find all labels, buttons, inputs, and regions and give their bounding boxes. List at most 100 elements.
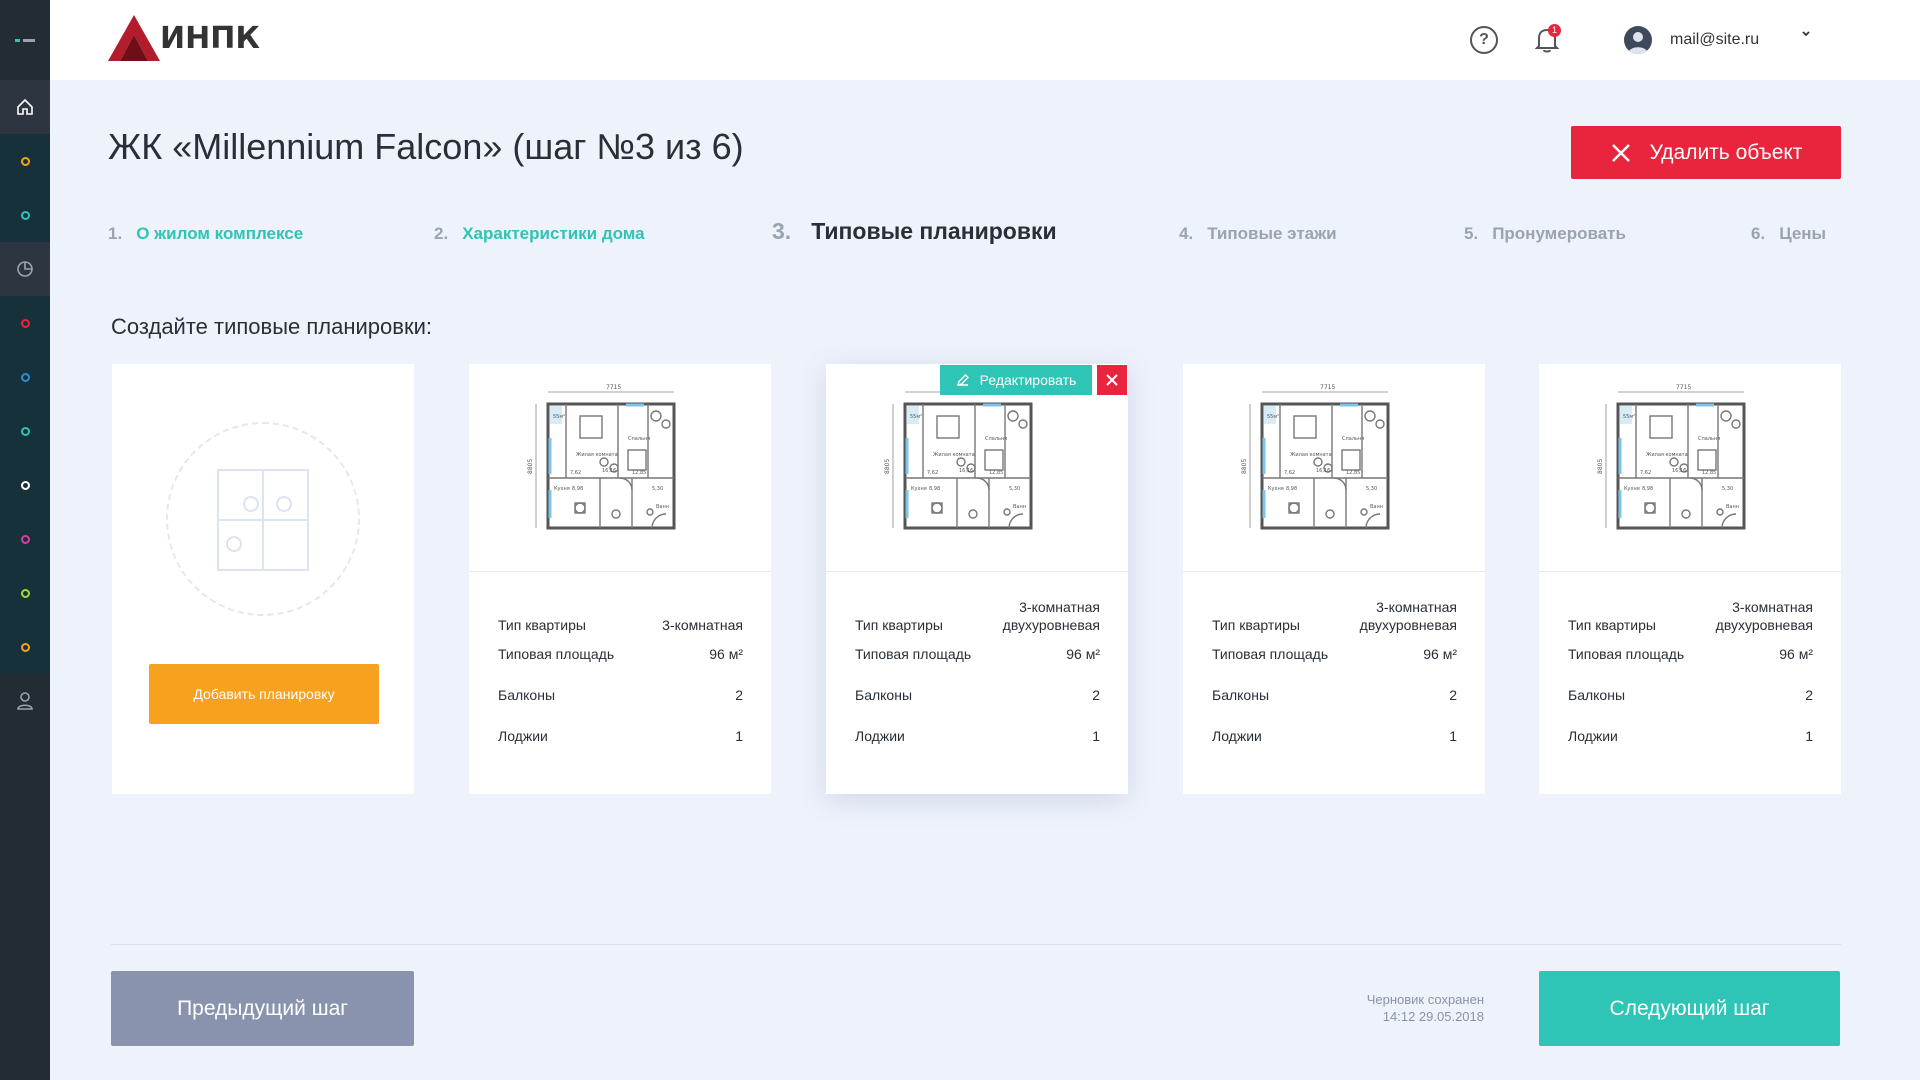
circle-icon: [20, 588, 30, 598]
svg-text:Кухня: Кухня: [554, 486, 570, 492]
svg-text:Кухня: Кухня: [1268, 486, 1284, 492]
svg-text:7715: 7715: [1320, 384, 1335, 391]
delete-object-button[interactable]: Удалить объект: [1571, 126, 1841, 179]
circle-icon: [20, 210, 30, 220]
svg-text:12,85: 12,85: [632, 470, 646, 476]
delete-object-label: Удалить объект: [1649, 140, 1803, 164]
help-icon[interactable]: ?: [1470, 26, 1498, 54]
layout-card[interactable]: 7715 8805 55м² Жилая комната Спальня 16,…: [826, 364, 1128, 794]
svg-text:Спальня: Спальня: [1698, 436, 1720, 442]
svg-text:Ванн: Ванн: [1726, 504, 1739, 510]
step-label: Типовые планировки: [811, 218, 1057, 244]
sidebar-item-9[interactable]: [0, 620, 50, 674]
step-6[interactable]: 6. Цены: [1751, 224, 1826, 244]
loggias-label: Лоджии: [498, 728, 548, 744]
layout-card[interactable]: 7715 8805 55м² Жилая комната Спальня 16,…: [1183, 364, 1485, 794]
step-1[interactable]: 1. О жилом комплексе: [108, 224, 303, 244]
step-label: О жилом комплексе: [136, 224, 304, 243]
next-step-button[interactable]: Следующий шаг: [1539, 971, 1840, 1046]
balconies-label: Балконы: [1212, 687, 1270, 703]
step-4[interactable]: 4. Типовые этажи: [1179, 224, 1337, 244]
svg-text:16,16: 16,16: [1316, 468, 1330, 474]
top-header: ИНПК ? 1 mail@site.ru: [50, 0, 1920, 80]
sidebar-item-home[interactable]: [0, 80, 50, 134]
area-value: 96 м²: [709, 646, 743, 662]
area-value: 96 м²: [1779, 646, 1813, 662]
sidebar-item-2[interactable]: [0, 188, 50, 242]
sidebar-item-7[interactable]: [0, 512, 50, 566]
balconies-value: 2: [735, 687, 743, 703]
sidebar-group-1: [0, 134, 50, 242]
step-number: 5.: [1464, 224, 1479, 243]
svg-text:55м²: 55м²: [553, 414, 565, 420]
edit-layout-button[interactable]: Редактировать: [940, 365, 1092, 395]
sidebar-item-8[interactable]: [0, 566, 50, 620]
svg-text:55м²: 55м²: [910, 414, 922, 420]
svg-text:5,30: 5,30: [1009, 486, 1020, 492]
area-value: 96 м²: [1423, 646, 1457, 662]
draft-status: Черновик сохранен 14:12 29.05.2018: [1320, 991, 1484, 1025]
svg-text:7,62: 7,62: [1640, 470, 1651, 476]
svg-text:5,30: 5,30: [1722, 486, 1733, 492]
loggias-value: 1: [735, 728, 743, 744]
logo-text: ИНПК: [160, 20, 260, 56]
svg-text:8805: 8805: [884, 458, 891, 473]
svg-text:Спальня: Спальня: [628, 436, 650, 442]
area-label: Типовая площадь: [1568, 646, 1685, 662]
sidebar-item-5[interactable]: [0, 404, 50, 458]
avatar[interactable]: [1624, 26, 1652, 54]
chevron-down-icon[interactable]: [1800, 28, 1812, 43]
sidebar-item-4[interactable]: [0, 350, 50, 404]
floor-plan-image: 7715 8805 55м² Жилая комната Спальня 16,…: [1539, 364, 1841, 572]
loggias-value: 1: [1092, 728, 1100, 744]
sidebar-item-analytics[interactable]: [0, 242, 50, 296]
balconies-value: 2: [1449, 687, 1457, 703]
add-layout-card: Добавить планировку: [112, 364, 414, 794]
sidebar-item-user[interactable]: [0, 673, 50, 729]
svg-text:Жилая комната: Жилая комната: [1646, 452, 1688, 458]
balconies-label: Балконы: [1568, 687, 1626, 703]
step-label: Пронумеровать: [1492, 224, 1626, 243]
step-label: Характеристики дома: [462, 224, 645, 243]
svg-text:Спальня: Спальня: [985, 436, 1007, 442]
add-layout-button[interactable]: Добавить планировку: [149, 664, 379, 724]
notifications-button[interactable]: 1: [1534, 24, 1561, 59]
step-3[interactable]: 3. Типовые планировки: [772, 218, 1057, 245]
step-5[interactable]: 5. Пронумеровать: [1464, 224, 1626, 244]
svg-text:7,62: 7,62: [1284, 470, 1295, 476]
svg-text:8805: 8805: [527, 458, 534, 473]
floor-plan-image: 7715 8805 55м² Жилая комната Спальня 16,…: [826, 364, 1128, 572]
notification-badge: 1: [1548, 24, 1561, 37]
step-2[interactable]: 2. Характеристики дома: [434, 224, 645, 244]
draft-timestamp: 14:12 29.05.2018: [1382, 1009, 1484, 1024]
sidebar-item-1[interactable]: [0, 134, 50, 188]
loggias-label: Лоджии: [1568, 728, 1618, 744]
type-label: Тип квартиры: [855, 617, 943, 633]
floor-plan-image: 7715 8805 55м² Жилая комната Спальня 16,…: [1183, 364, 1485, 572]
sidebar-item-3[interactable]: [0, 296, 50, 350]
sidebar-item-6[interactable]: [0, 458, 50, 512]
home-icon: [16, 98, 34, 116]
circle-icon: [20, 318, 30, 328]
previous-step-button[interactable]: Предыдущий шаг: [111, 971, 414, 1046]
loggias-label: Лоджии: [1212, 728, 1262, 744]
svg-text:5,30: 5,30: [1366, 486, 1377, 492]
loggias-value: 1: [1449, 728, 1457, 744]
balconies-value: 2: [1092, 687, 1100, 703]
menu-toggle[interactable]: [0, 0, 50, 80]
svg-text:12,85: 12,85: [989, 470, 1003, 476]
layout-card[interactable]: 7715 8805 55м² Жилая комната Спальня 16,…: [469, 364, 771, 794]
footer-divider: [111, 944, 1841, 945]
type-label: Тип квартиры: [1568, 617, 1656, 633]
remove-layout-button[interactable]: [1097, 365, 1127, 395]
sidebar: [0, 0, 50, 1080]
layout-card[interactable]: 7715 8805 55м² Жилая комната Спальня 16,…: [1539, 364, 1841, 794]
logo[interactable]: ИНПК: [108, 15, 260, 61]
svg-text:Жилая комната: Жилая комната: [933, 452, 975, 458]
area-label: Типовая площадь: [1212, 646, 1329, 662]
balconies-value: 2: [1805, 687, 1813, 703]
area-label: Типовая площадь: [855, 646, 972, 662]
svg-text:12,85: 12,85: [1702, 470, 1716, 476]
svg-text:55м²: 55м²: [1267, 414, 1279, 420]
user-email[interactable]: mail@site.ru: [1670, 31, 1759, 49]
